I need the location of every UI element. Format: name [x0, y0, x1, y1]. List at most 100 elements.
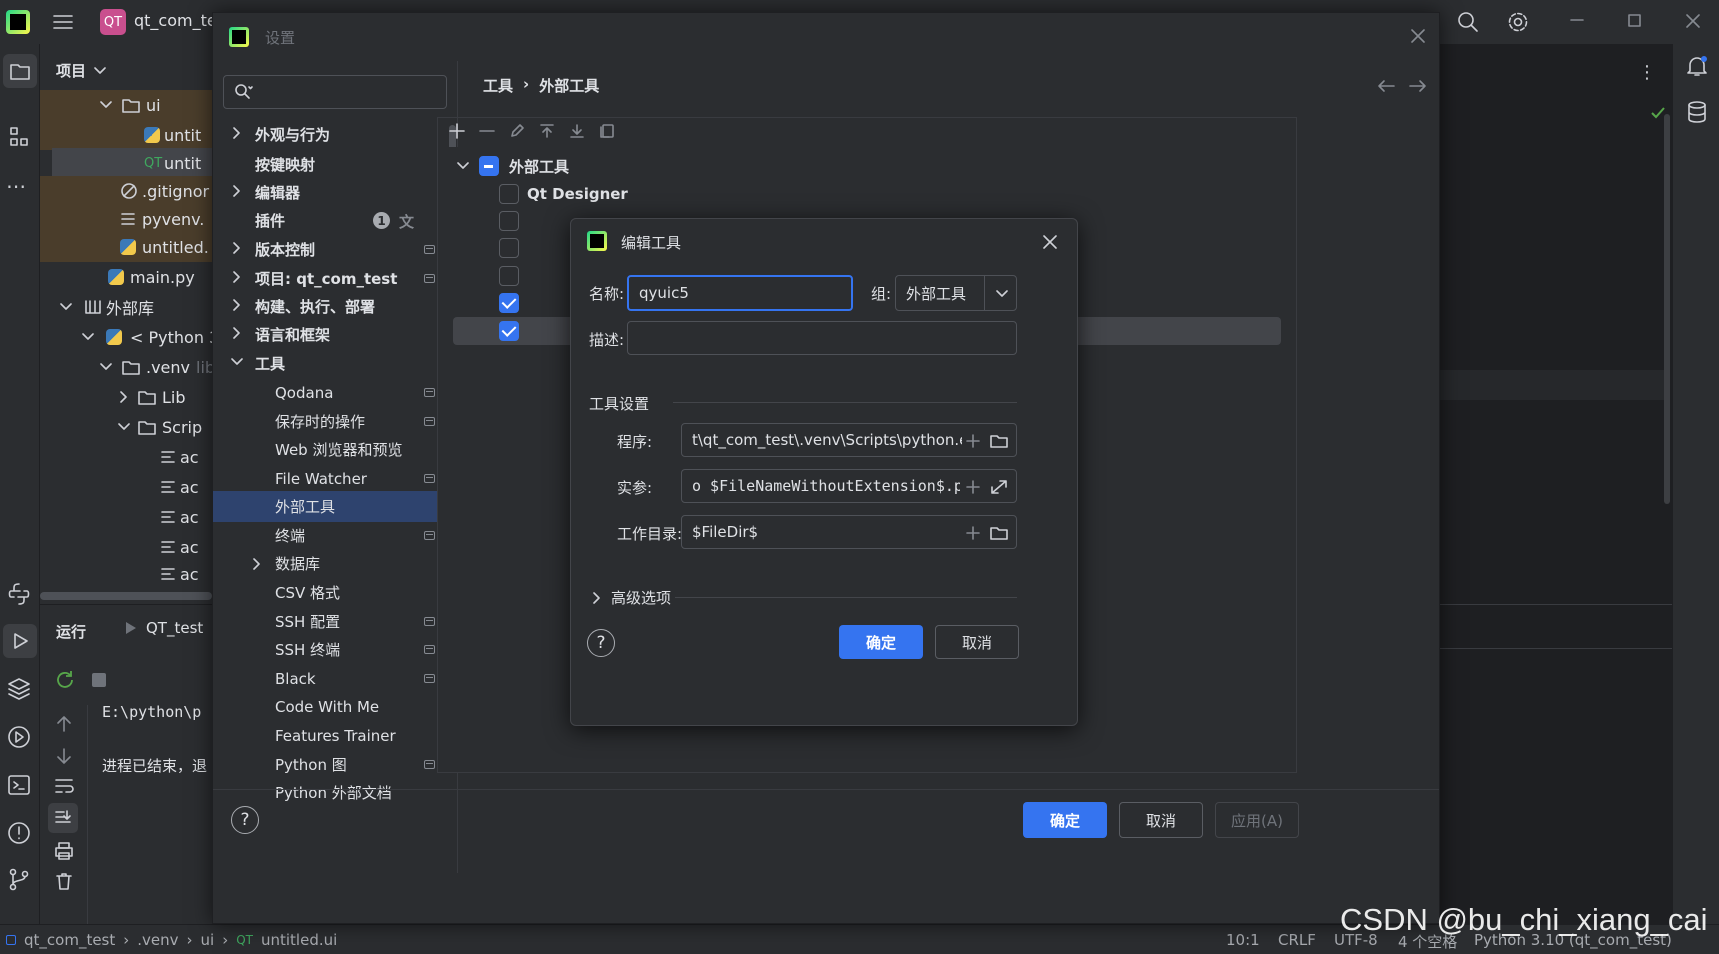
browse-folder-icon[interactable]: [990, 433, 1008, 449]
tool-checkbox[interactable]: [499, 184, 519, 204]
scroll-up-icon[interactable]: [56, 715, 72, 733]
tool-checkbox[interactable]: [499, 321, 519, 341]
nav-item-python-external-docs[interactable]: Python 外部文档: [213, 777, 457, 808]
help-icon[interactable]: ?: [231, 806, 259, 834]
tree-item-script-file[interactable]: ac: [40, 532, 212, 562]
tree-item-untitled-ui[interactable]: QT untit: [52, 148, 212, 178]
scroll-down-icon[interactable]: [56, 747, 72, 765]
close-window-icon[interactable]: [1686, 14, 1700, 28]
back-arrow-icon[interactable]: [1377, 79, 1395, 93]
nav-item-appearance[interactable]: 外观与行为: [213, 119, 457, 150]
soft-wrap-icon[interactable]: [54, 777, 74, 795]
python-console-icon[interactable]: [6, 581, 32, 607]
layers-tool-icon[interactable]: [6, 676, 32, 702]
nav-item-web-browsers[interactable]: Web 浏览器和预览: [213, 434, 457, 465]
nav-item-qodana[interactable]: Qodana: [213, 377, 457, 408]
stop-icon[interactable]: [92, 673, 106, 687]
settings-apply-button[interactable]: 应用(A): [1215, 802, 1299, 838]
delete-icon[interactable]: [54, 871, 74, 891]
tree-item-script-file[interactable]: ac: [40, 502, 212, 532]
tool-row[interactable]: [499, 206, 519, 236]
rerun-icon[interactable]: [54, 669, 76, 691]
tool-checkbox[interactable]: [499, 238, 519, 258]
name-input[interactable]: qyuic5: [627, 275, 853, 311]
minimize-window-icon[interactable]: [1570, 18, 1584, 22]
group-select[interactable]: 外部工具: [895, 275, 1017, 311]
tool-checkbox[interactable]: [499, 211, 519, 231]
tree-item-gitignore[interactable]: .gitignor: [40, 176, 212, 206]
search-everywhere-icon[interactable]: [1456, 10, 1480, 34]
tree-item-lib[interactable]: Lib: [40, 382, 212, 412]
browse-folder-icon[interactable]: [990, 525, 1008, 541]
horizontal-scrollbar[interactable]: [40, 592, 212, 600]
nav-item-csv[interactable]: CSV 格式: [213, 577, 457, 608]
tool-row[interactable]: [499, 288, 519, 318]
help-icon[interactable]: ?: [587, 629, 615, 657]
expand-icon[interactable]: [990, 479, 1008, 495]
caret-position[interactable]: 10:1: [1226, 931, 1260, 949]
project-badge[interactable]: QT: [100, 9, 126, 35]
settings-ok-button[interactable]: 确定: [1023, 802, 1107, 838]
forward-arrow-icon[interactable]: [1409, 79, 1427, 93]
advanced-options-toggle[interactable]: 高级选项: [593, 587, 671, 608]
nav-item-features-trainer[interactable]: Features Trainer: [213, 720, 457, 751]
tree-item-pyvenv[interactable]: pyvenv.: [40, 204, 212, 234]
project-name[interactable]: qt_com_test: [134, 11, 214, 30]
breadcrumb-item[interactable]: ui: [201, 931, 215, 949]
tree-item-main-py[interactable]: main.py: [40, 262, 212, 292]
program-input[interactable]: t\qt_com_test\.venv\Scripts\python.exe: [681, 423, 1017, 457]
editor-more-icon[interactable]: ⋮: [1638, 62, 1656, 83]
edit-ok-button[interactable]: 确定: [839, 625, 923, 659]
run-config-tab[interactable]: QT_test: [124, 619, 203, 637]
tree-item-external-libs[interactable]: 外部库: [40, 292, 212, 322]
remove-icon[interactable]: [479, 123, 495, 139]
tool-row-qt-designer[interactable]: Qt Designer: [499, 179, 628, 209]
arguments-input[interactable]: o $FileNameWithoutExtension$.py: [681, 469, 1017, 503]
project-panel-header[interactable]: 项目: [56, 60, 106, 81]
line-separator[interactable]: CRLF: [1278, 931, 1316, 949]
database-tool-icon[interactable]: [1686, 100, 1708, 124]
run-tool-icon[interactable]: [3, 624, 37, 658]
tool-row[interactable]: [499, 316, 519, 346]
git-tool-icon[interactable]: [6, 866, 32, 892]
tree-item-script-file[interactable]: ac: [40, 442, 212, 472]
editor-scrollbar[interactable]: [1664, 114, 1670, 504]
more-tools-icon[interactable]: ⋯: [6, 174, 26, 198]
nav-item-python-diagrams[interactable]: Python 图: [213, 749, 457, 780]
breadcrumb-item[interactable]: .venv: [137, 931, 178, 949]
add-macro-icon[interactable]: [966, 434, 980, 448]
edit-pencil-icon[interactable]: [509, 123, 525, 139]
tool-row[interactable]: [499, 261, 519, 291]
print-icon[interactable]: [54, 841, 74, 861]
tree-item-venv[interactable]: .venv lib: [40, 352, 212, 382]
nav-item-build[interactable]: 构建、执行、部署: [213, 291, 457, 322]
breadcrumb-item[interactable]: untitled.ui: [261, 931, 337, 949]
nav-item-code-with-me[interactable]: Code With Me: [213, 691, 457, 722]
problems-tool-icon[interactable]: [6, 820, 32, 846]
close-dialog-icon[interactable]: [1411, 29, 1425, 43]
move-down-icon[interactable]: [569, 123, 585, 139]
terminal-tool-icon[interactable]: [6, 772, 32, 798]
tree-item-python-sdk[interactable]: < Python 3.: [40, 322, 212, 352]
add-icon[interactable]: [449, 123, 465, 139]
copy-icon[interactable]: [599, 123, 615, 139]
nav-item-black[interactable]: Black: [213, 663, 457, 694]
nav-item-terminal[interactable]: 终端: [213, 520, 457, 551]
nav-item-languages[interactable]: 语言和框架: [213, 319, 457, 350]
edit-cancel-button[interactable]: 取消: [935, 625, 1019, 659]
nav-item-keymap[interactable]: 按键映射: [213, 149, 457, 180]
group-checkbox[interactable]: [479, 156, 499, 176]
nav-item-external-tools[interactable]: 外部工具: [213, 491, 457, 522]
tool-checkbox[interactable]: [499, 293, 519, 313]
scroll-to-end-icon[interactable]: [48, 803, 78, 833]
maximize-window-icon[interactable]: [1628, 14, 1642, 28]
close-dialog-icon[interactable]: [1043, 235, 1057, 249]
services-tool-icon[interactable]: [6, 724, 32, 750]
nav-item-project[interactable]: 项目: qt_com_test: [213, 263, 457, 294]
tree-item-script-file[interactable]: ac: [40, 562, 212, 586]
tree-item-untitled[interactable]: untitled.: [40, 232, 212, 262]
tool-checkbox[interactable]: [499, 266, 519, 286]
nav-item-plugins[interactable]: 插件 1 文: [213, 205, 457, 236]
move-up-icon[interactable]: [539, 123, 555, 139]
nav-item-ssh-config[interactable]: SSH 配置: [213, 606, 457, 637]
